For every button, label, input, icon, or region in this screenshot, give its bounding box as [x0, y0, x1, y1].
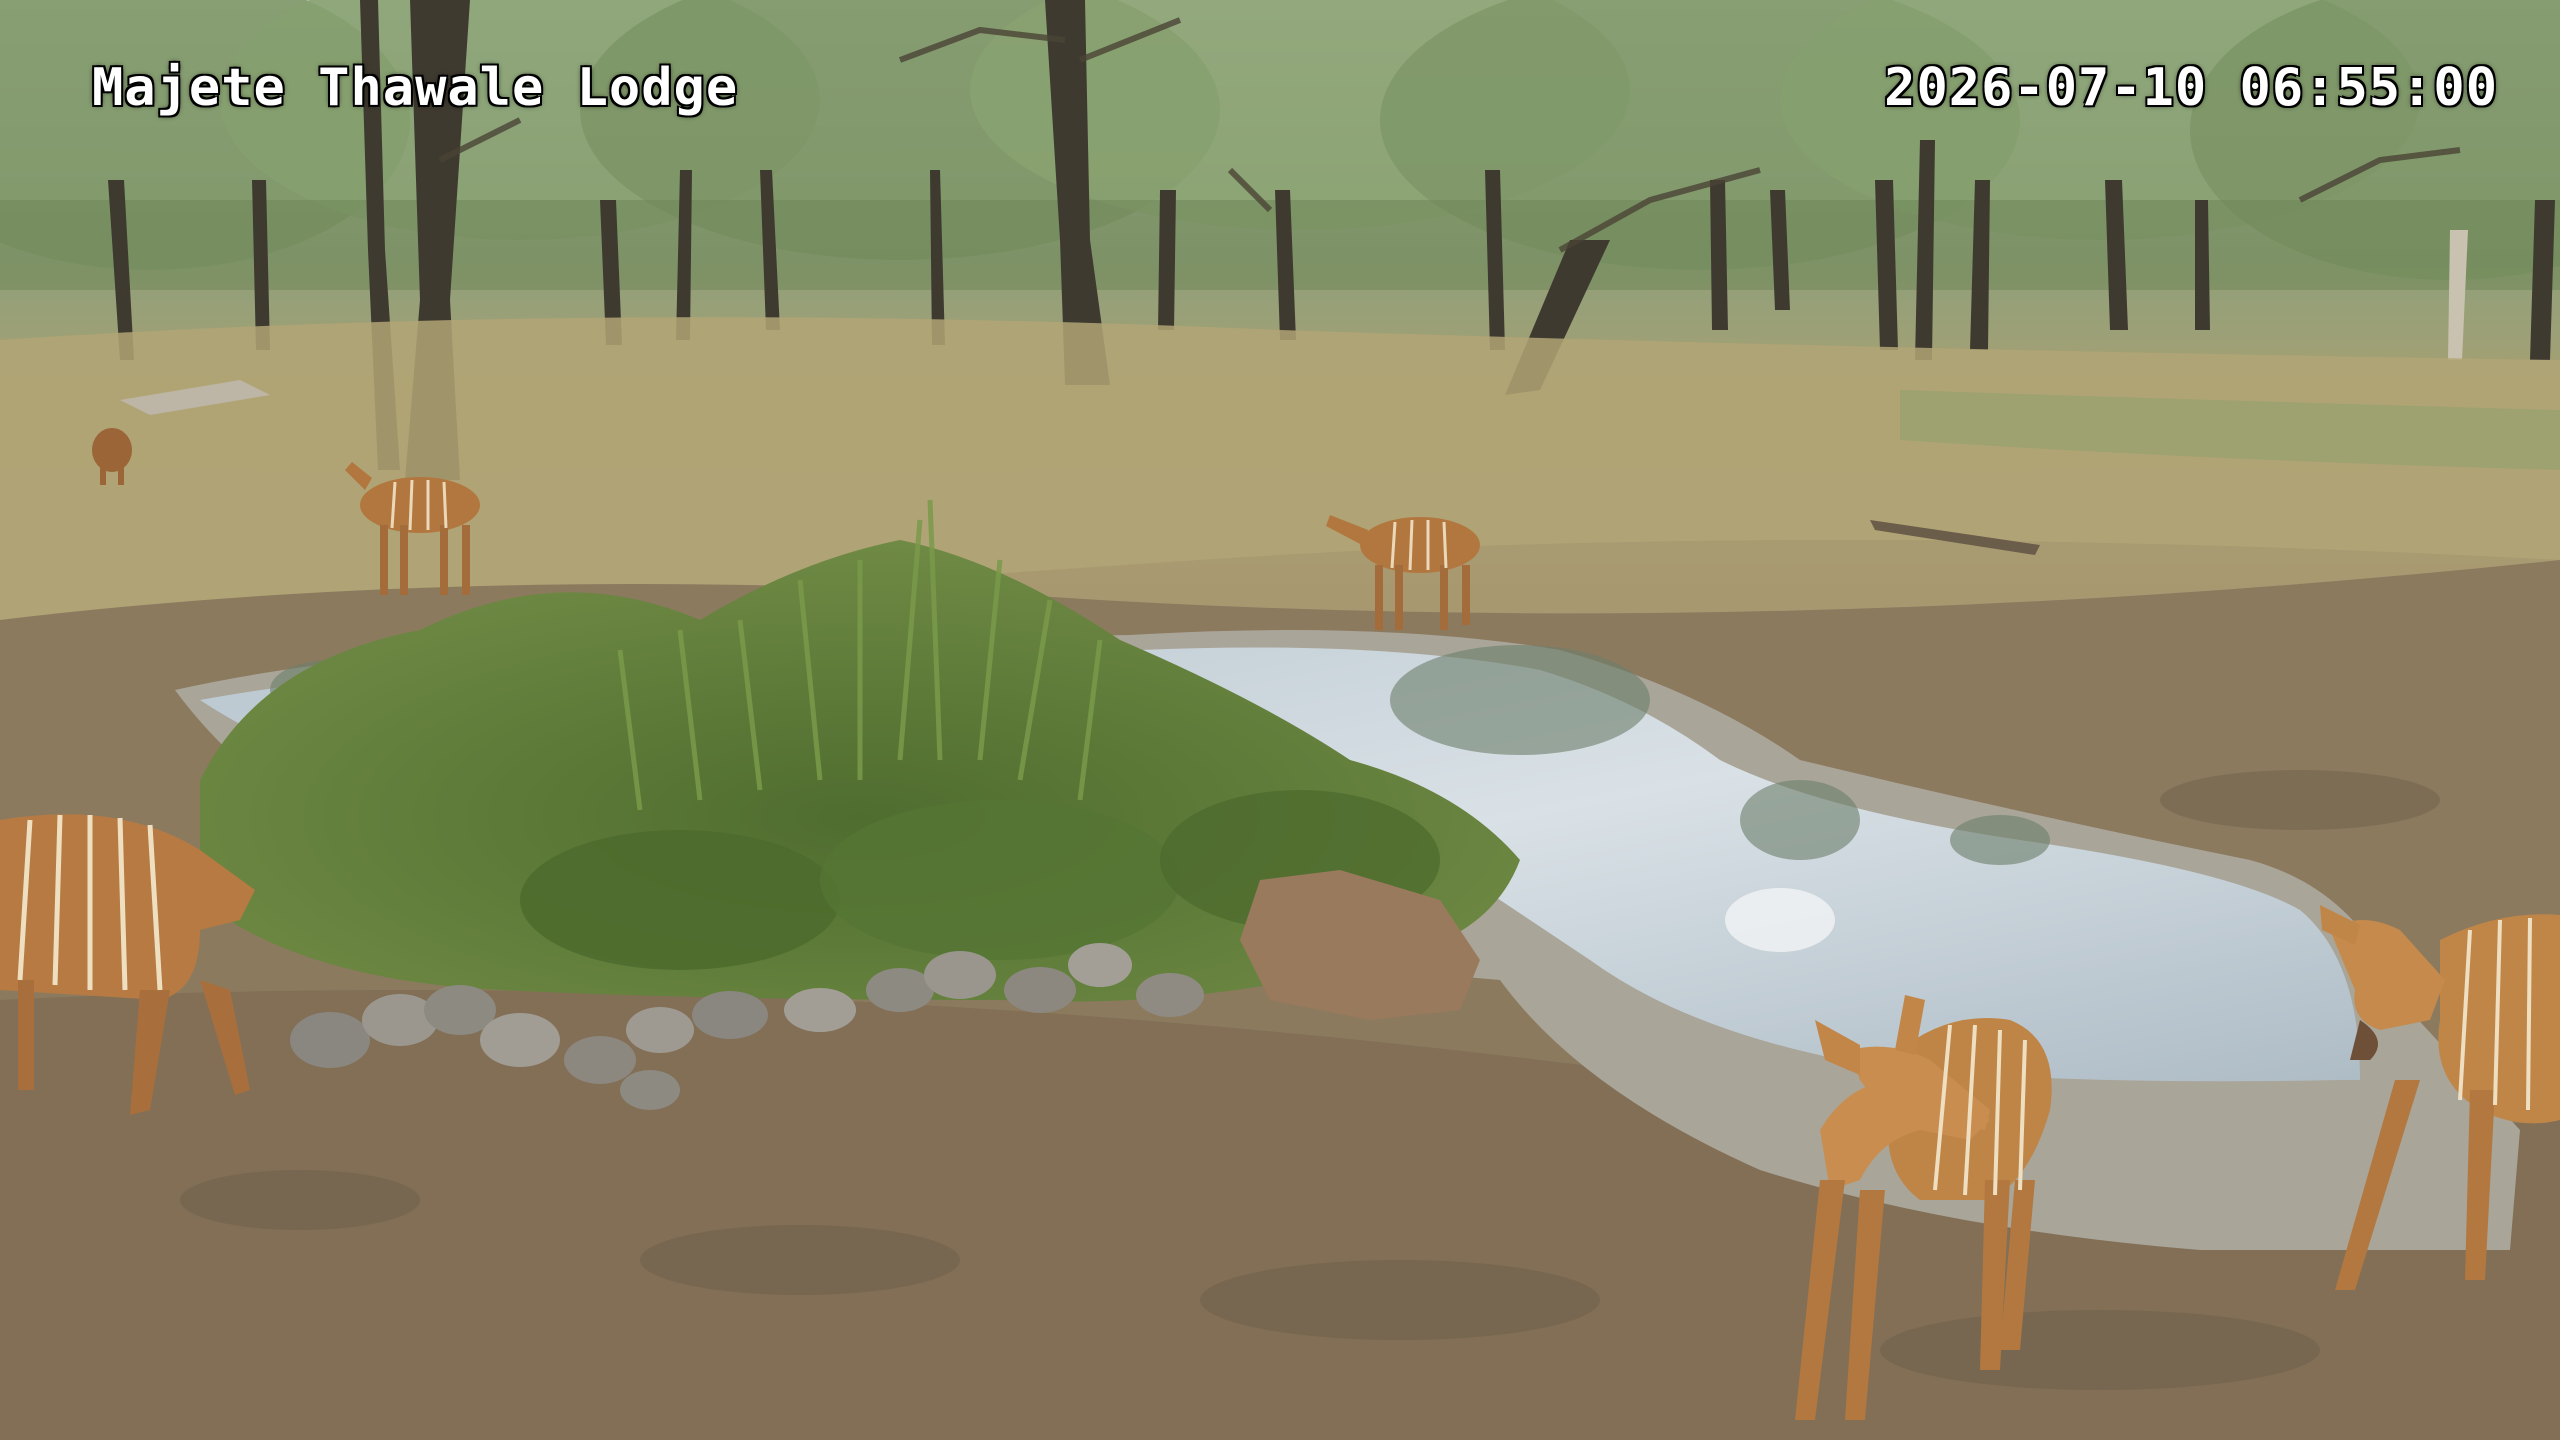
camera-location-label: Majete Thawale Lodge [92, 58, 739, 118]
camera-frame: Majete Thawale Lodge 2026-07-10 06:55:00 [0, 0, 2560, 1440]
waterhole-scene [0, 0, 2560, 1440]
camera-timestamp: 2026-07-10 06:55:00 [1884, 58, 2498, 118]
